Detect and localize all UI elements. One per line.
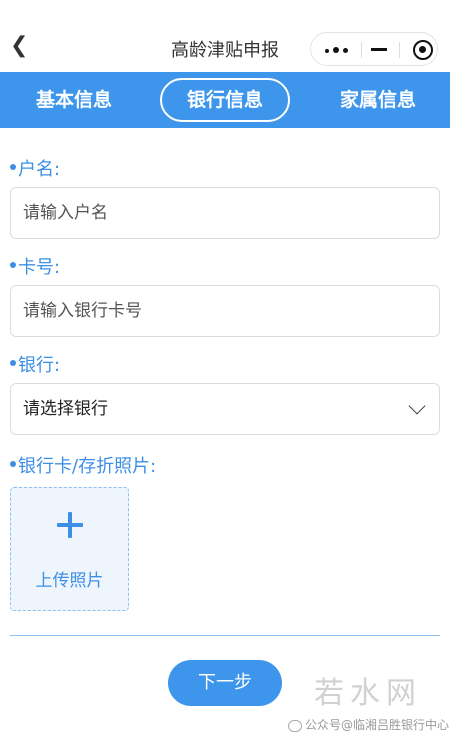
card-number-label: 卡号: [10,253,60,279]
plus-icon [57,512,83,538]
capsule-divider [399,42,400,58]
watermark: 若水网 [314,676,422,711]
tab-bank-info[interactable]: 银行信息 [160,78,290,122]
photo-label-text: 银行卡/存折照片: [18,456,157,477]
divider [10,635,440,636]
bank-select[interactable]: 请选择银行 [10,383,440,435]
bank-label: 银行: [10,351,60,377]
next-step-button[interactable]: 下一步 [168,660,282,706]
more-dots-icon[interactable] [325,41,355,59]
required-dot [10,262,16,268]
card-number-placeholder: 请输入银行卡号 [23,301,142,321]
tab-basic-info[interactable]: 基本信息 [18,72,130,128]
source-text: 公众号@临湘吕胜银行中心 [305,718,450,732]
capsule-divider [361,42,362,58]
nav-header: ❮ 高龄津贴申报 [0,0,450,72]
upload-label: 上传照片 [35,571,104,591]
target-close-icon[interactable] [413,40,433,60]
source-caption: 公众号@临湘吕胜银行中心 [288,716,449,733]
minimize-icon[interactable] [371,48,387,51]
wechat-icon [288,719,302,732]
tab-family-info[interactable]: 家属信息 [326,72,430,128]
photo-label: 银行卡/存折照片: [10,452,156,478]
bank-label-text: 银行: [18,355,61,376]
account-name-input[interactable]: 请输入户名 [10,187,440,239]
required-dot [10,461,16,467]
bank-select-value: 请选择银行 [23,399,108,419]
account-name-label: 户名: [10,155,60,181]
required-dot [10,164,16,170]
chevron-down-icon [408,397,426,415]
card-number-label-text: 卡号: [18,257,61,278]
account-name-placeholder: 请输入户名 [23,203,108,223]
tab-bar: 基本信息 银行信息 家属信息 [0,72,450,128]
photo-upload-button[interactable]: 上传照片 [10,487,129,611]
required-dot [10,360,16,366]
mini-program-capsule [310,32,438,66]
card-number-input[interactable]: 请输入银行卡号 [10,285,440,337]
account-name-label-text: 户名: [18,159,61,180]
